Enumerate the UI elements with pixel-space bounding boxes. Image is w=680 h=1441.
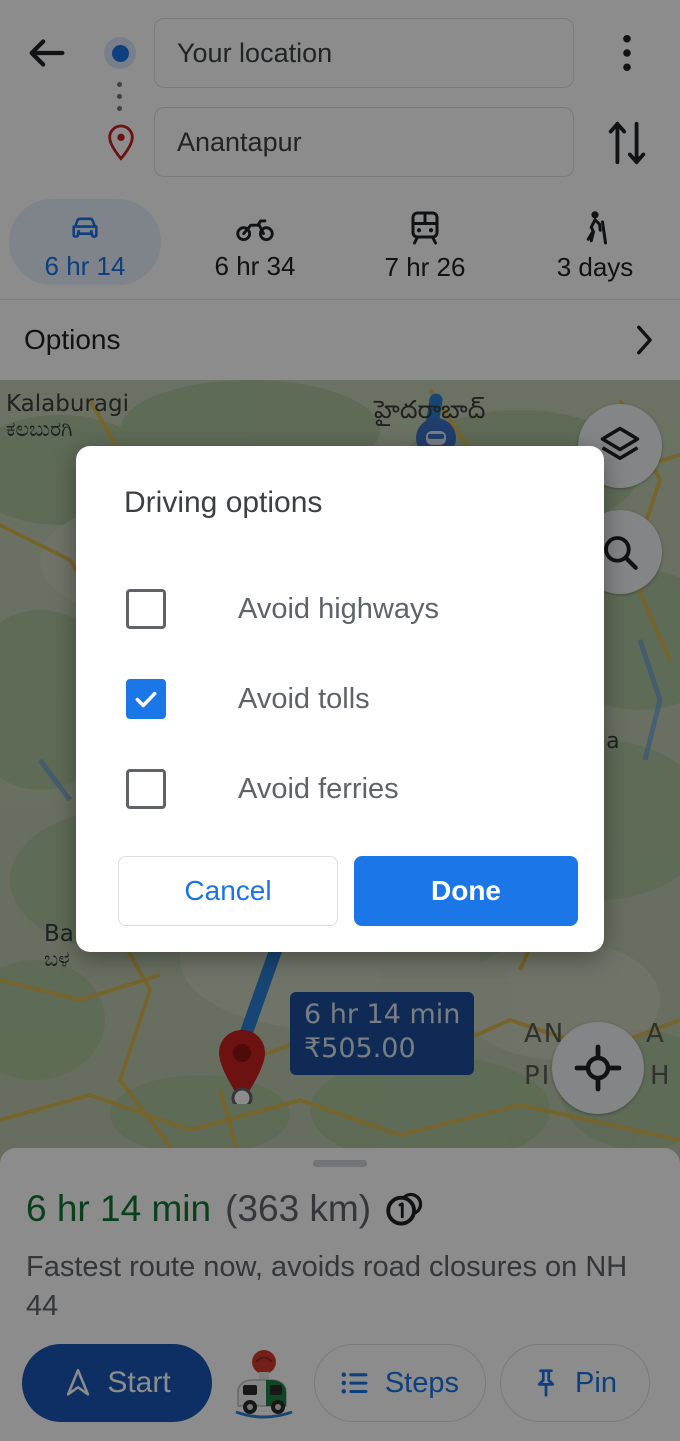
checkbox-avoid-highways-label: Avoid highways: [238, 592, 439, 625]
dialog-title: Driving options: [124, 486, 323, 519]
check-icon: [135, 691, 157, 708]
checkbox-avoid-highways[interactable]: [126, 589, 166, 629]
dialog-actions: Cancel Done: [76, 834, 604, 926]
checkbox-avoid-tolls-label: Avoid tolls: [238, 682, 370, 715]
checkbox-avoid-ferries[interactable]: [126, 769, 166, 809]
driving-options-dialog: Driving options Avoid highways Avoid tol…: [76, 446, 604, 952]
checkbox-avoid-ferries-label: Avoid ferries: [238, 772, 399, 805]
checkbox-row-avoid-ferries[interactable]: Avoid ferries: [76, 744, 604, 834]
checkbox-row-avoid-highways[interactable]: Avoid highways: [76, 564, 604, 654]
checkbox-row-avoid-tolls[interactable]: Avoid tolls: [76, 654, 604, 744]
done-button[interactable]: Done: [354, 856, 578, 926]
cancel-button[interactable]: Cancel: [118, 856, 338, 926]
checkbox-avoid-tolls[interactable]: [126, 679, 166, 719]
maps-directions-screen: Kalaburagi ಕಲಬುರಗಿ హైదరాబాద్ Ba ಬಳ la AN…: [0, 0, 680, 1441]
